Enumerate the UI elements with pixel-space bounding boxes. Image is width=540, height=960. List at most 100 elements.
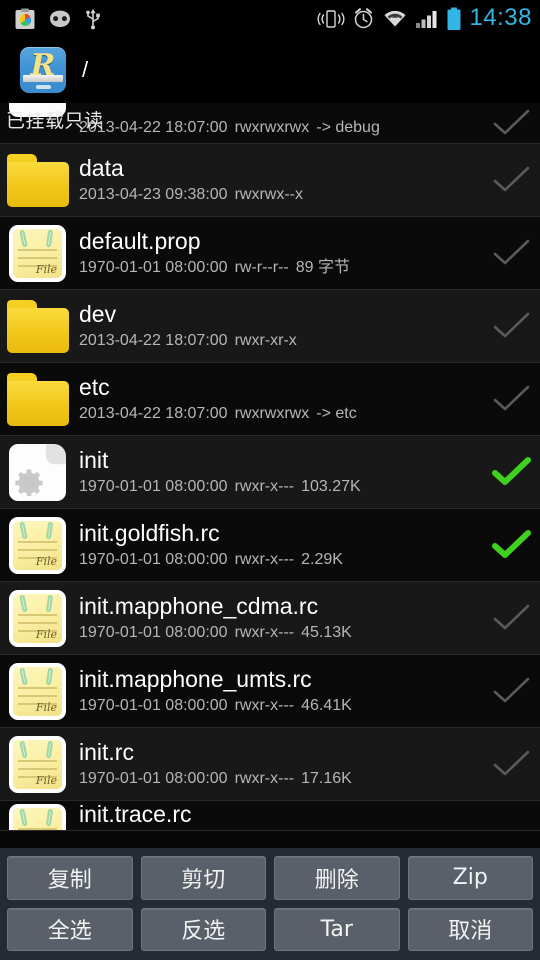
file-row-meta: init.goldfish.rc 1970-01-01 08:00:00 rwxr-… [70,520,540,571]
root-explorer-icon[interactable]: R [20,47,66,93]
file-size: 89 字节 [295,258,351,276]
cyanogenmod-icon [50,10,70,27]
tar-button[interactable]: Tar [274,907,400,951]
vibrate-icon [317,9,345,28]
file-row-meta: init.mapphone_cdma.rc 1970-01-01 08:00:00… [70,593,540,644]
select-all-button[interactable]: 全选 [7,907,133,951]
file-details: 1970-01-01 08:00:00 rw-r--r-- 89 字节 [79,257,494,279]
file-details: 1970-01-01 08:00:00 rwxr-x--- 103.27K [79,476,494,498]
checkmark-selected-icon[interactable] [492,529,532,561]
file-row[interactable]: dev 2013-04-22 18:07:00 rwxr-xr-x [0,290,540,363]
copy-button[interactable]: 复制 [7,856,133,900]
usb-icon [86,8,100,29]
file-date: 1970-01-01 08:00:00 [79,258,228,276]
title-bar: R / [0,37,540,103]
file-size: -> etc [316,404,357,422]
file-permissions: rwxr-x--- [234,550,295,568]
file-details: 2013-04-22 18:07:00 rwxrwxrwx -> debug [79,117,494,139]
action-bar-row-1: 复制 剪切 删除 Zip [7,856,533,900]
file-name: data [79,154,124,181]
executable-file-icon [6,441,70,503]
file-row[interactable]: File init.goldfish.rc 1970-01-01 08:00:00 r… [0,509,540,582]
file-date: 1970-01-01 08:00:00 [79,769,228,787]
file-size: 45.13K [301,623,352,641]
file-name: init [79,446,109,473]
file-date: 2013-04-23 09:38:00 [79,185,228,203]
file-row-meta: init.trace.rc [70,801,540,828]
checkmark-unselected-icon[interactable] [492,383,532,415]
status-bar-right-icons: 14:38 [317,3,540,32]
file-row[interactable]: File init.mapphone_umts.rc 1970-01-01 08:0… [0,655,540,728]
app-icon-bar-secondary [36,85,51,89]
file-details: 1970-01-01 08:00:00 rwxr-x--- 17.16K [79,768,494,790]
file-date: 2013-04-22 18:07:00 [79,404,228,422]
folder-icon [6,295,70,357]
file-row[interactable]: init 1970-01-01 08:00:00 rwxr-x--- 103.27K [0,436,540,509]
current-path[interactable]: / [82,57,88,83]
file-name: default.prop [79,227,201,254]
checkmark-unselected-icon[interactable] [492,310,532,342]
app-icon-bar-primary [23,75,63,82]
cancel-button[interactable]: 取消 [407,907,533,951]
file-permissions: rwxr-x--- [234,696,295,714]
file-name: etc [79,373,110,400]
file-row[interactable]: File init.trace.rc [0,801,540,831]
file-details: 1970-01-01 08:00:00 rwxr-x--- 45.13K [79,622,494,644]
file-row[interactable]: File init.mapphone_cdma.rc 1970-01-01 08:0… [0,582,540,655]
status-bar: 14:38 [0,0,540,37]
checkmark-unselected-icon[interactable] [492,748,532,780]
file-row-meta: default.prop 1970-01-01 08:00:00 rw-r--r--… [70,228,540,279]
file-row[interactable]: File default.prop 1970-01-01 08:00:00 rw-r-… [0,217,540,290]
file-details: 1970-01-01 08:00:00 rwxr-x--- 2.29K [79,549,494,571]
note-file-icon: File [6,587,70,649]
file-size: 17.16K [301,769,352,787]
delete-button[interactable]: 删除 [274,856,400,900]
file-name: init.mapphone_umts.rc [79,665,312,692]
folder-icon [6,368,70,430]
checkmark-unselected-icon[interactable] [492,107,532,139]
file-permissions: rwxrwxrwx [234,404,310,422]
file-details: 1970-01-01 08:00:00 rwxr-x--- 46.41K [79,695,494,717]
file-row[interactable]: etc 2013-04-22 18:07:00 rwxrwxrwx -> etc [0,363,540,436]
note-file-icon: File [6,801,70,830]
file-date: 1970-01-01 08:00:00 [79,550,228,568]
file-row-meta: data 2013-04-23 09:38:00 rwxrwx--x [70,155,540,206]
action-bar-row-2: 全选 反选 Tar 取消 [7,907,533,951]
file-date: 1970-01-01 08:00:00 [79,696,228,714]
status-bar-clock: 14:38 [469,3,532,31]
file-row-meta: dev 2013-04-22 18:07:00 rwxr-xr-x [70,301,540,352]
file-row-meta: init.rc 1970-01-01 08:00:00 rwxr-x--- 17.16… [70,739,540,790]
invert-selection-button[interactable]: 反选 [140,907,266,951]
zip-button[interactable]: Zip [407,856,533,900]
file-row[interactable]: data 2013-04-23 09:38:00 rwxrwx--x [0,144,540,217]
mount-status-label: 已挂载只读 [6,110,104,132]
file-size: 46.41K [301,696,352,714]
checkmark-unselected-icon[interactable] [492,602,532,634]
note-file-icon: File [6,660,70,722]
file-row-meta: etc 2013-04-22 18:07:00 rwxrwxrwx -> etc [70,374,540,425]
note-file-icon: File [6,733,70,795]
file-size: -> debug [316,119,380,136]
file-details: 2013-04-23 09:38:00 rwxrwx--x [79,184,494,206]
file-name: init.rc [79,738,134,765]
note-file-icon: File [6,514,70,576]
file-size: 103.27K [301,477,361,495]
file-row[interactable]: File init.rc 1970-01-01 08:00:00 rwxr-x--- 1… [0,728,540,801]
note-file-icon: File [6,222,70,284]
cut-button[interactable]: 剪切 [140,856,266,900]
checkmark-unselected-icon[interactable] [492,164,532,196]
checkmark-unselected-icon[interactable] [492,675,532,707]
status-bar-left-icons [0,8,102,30]
file-permissions: rwxr-x--- [234,623,295,641]
checkmark-selected-icon[interactable] [492,456,532,488]
file-row-meta: init 1970-01-01 08:00:00 rwxr-x--- 103.27K [70,447,540,498]
file-date: 2013-04-22 18:07:00 [79,331,228,349]
battery-icon [447,7,461,30]
file-list[interactable]: 2013-04-22 18:07:00 rwxrwxrwx -> debug data… [0,103,540,848]
checkmark-unselected-icon[interactable] [492,237,532,269]
action-bar: 复制 剪切 删除 Zip 全选 反选 Tar 取消 [0,848,540,960]
file-details: 2013-04-22 18:07:00 rwxr-xr-x [79,330,494,352]
file-permissions: rwxr-x--- [234,477,295,495]
file-permissions: rwxrwxrwx [234,119,310,136]
file-permissions: rw-r--r-- [234,258,289,276]
